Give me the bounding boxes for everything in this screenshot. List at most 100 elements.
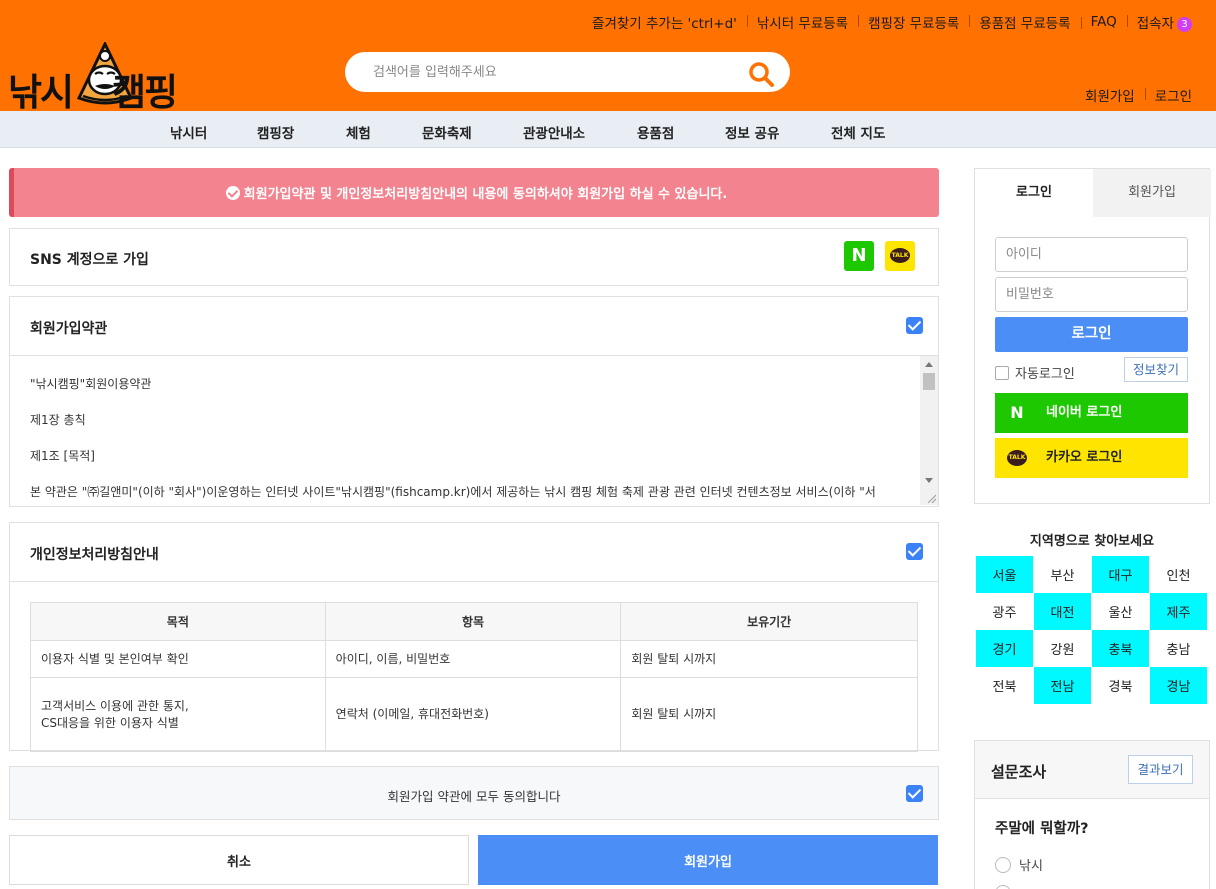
- table-cell: 이용자 식별 및 본인여부 확인: [30, 640, 326, 678]
- region-cell[interactable]: 대구: [1092, 556, 1149, 593]
- survey-option[interactable]: [995, 885, 1019, 889]
- table-cell: 연락처 (이메일, 휴대전화번호): [324, 677, 622, 752]
- agree-all-row[interactable]: 회원가입 약관에 모두 동의합니다: [9, 766, 939, 820]
- naver-icon: N: [851, 245, 867, 266]
- agree-all-label: 회원가입 약관에 모두 동의합니다: [387, 789, 561, 804]
- naver-signup-button[interactable]: N: [844, 241, 874, 271]
- region-cell[interactable]: 경기: [976, 630, 1033, 667]
- survey-title: 설문조사: [991, 763, 1047, 781]
- register-camping-link[interactable]: 캠핑장 무료등록: [858, 12, 969, 32]
- login-link[interactable]: 로그인: [1144, 85, 1202, 105]
- auto-login-checkbox[interactable]: [995, 365, 1009, 380]
- logo-text-right: 캠핑: [112, 71, 178, 114]
- top-links: 즐겨찾기 추가는 'ctrl+d' 낚시터 무료등록 캠핑장 무료등록 용품점 …: [582, 12, 1202, 32]
- terms-title: 회원가입약관: [30, 321, 108, 337]
- auto-login[interactable]: 자동로그인: [995, 363, 1075, 382]
- region-cell[interactable]: 광주: [976, 593, 1033, 630]
- id-field[interactable]: [995, 237, 1188, 272]
- survey-option[interactable]: 낚시: [995, 855, 1043, 874]
- register-fishing-link[interactable]: 낚시터 무료등록: [746, 12, 858, 32]
- survey-radio[interactable]: [995, 856, 1011, 873]
- tab-login[interactable]: 로그인: [975, 169, 1093, 217]
- privacy-agree-checkbox[interactable]: [906, 543, 923, 560]
- main-nav: 낚시터 캠핑장 체험 문화축제 관광안내소 용품점 정보 공유 전체 지도: [0, 111, 1216, 148]
- table-cell: 회원 탈퇴 시까지: [620, 640, 918, 678]
- resize-handle-icon[interactable]: [926, 493, 936, 503]
- find-info-button[interactable]: 정보찾기: [1124, 357, 1188, 382]
- faq-link[interactable]: FAQ: [1080, 14, 1127, 30]
- region-cell[interactable]: 부산: [1034, 556, 1091, 593]
- site-header: 즐겨찾기 추가는 'ctrl+d' 낚시터 무료등록 캠핑장 무료등록 용품점 …: [0, 0, 1216, 114]
- register-shop-link[interactable]: 용품점 무료등록: [969, 12, 1080, 32]
- cancel-button[interactable]: 취소: [9, 835, 469, 885]
- naver-login-label: 네이버 로그인: [1046, 405, 1123, 420]
- region-cell[interactable]: 제주: [1150, 593, 1207, 630]
- kakao-talk-icon: TALK: [1007, 450, 1027, 466]
- visitor-count-badge: 3: [1177, 17, 1192, 32]
- sns-title: SNS 계정으로 가입: [30, 252, 149, 268]
- divider: [10, 581, 938, 582]
- terms-agree-checkbox[interactable]: [906, 317, 923, 334]
- site-logo[interactable]: 낚시 캠핑: [8, 40, 198, 114]
- tab-signup[interactable]: 회원가입: [1093, 169, 1211, 217]
- search-input[interactable]: [373, 61, 733, 83]
- terms-scrollbar[interactable]: [920, 356, 938, 505]
- kakao-login-button[interactable]: TALK 카카오 로그인: [995, 438, 1188, 478]
- nav-fishing[interactable]: 낚시터: [170, 122, 207, 142]
- terms-line: 제1조 [목적]: [30, 449, 95, 463]
- agree-all-checkbox[interactable]: [906, 785, 923, 802]
- logo-text-left: 낚시: [8, 71, 74, 114]
- bookmark-hint: 즐겨찾기 추가는 'ctrl+d': [592, 16, 737, 32]
- kakao-signup-button[interactable]: TALK: [885, 241, 915, 271]
- survey-radio[interactable]: [995, 885, 1011, 889]
- terms-panel: 회원가입약관 "낚시캠핑"회원이용약관 제1장 총칙 제1조 [목적] 본 약관…: [9, 296, 939, 507]
- password-field[interactable]: [995, 277, 1188, 312]
- region-cell[interactable]: 인천: [1150, 556, 1207, 593]
- nav-shop[interactable]: 용품점: [637, 122, 674, 142]
- survey-question: 주말에 뭐할까?: [995, 821, 1089, 837]
- nav-festival[interactable]: 문화축제: [422, 122, 472, 142]
- nav-camping[interactable]: 캠핑장: [257, 122, 294, 142]
- search-icon[interactable]: [748, 61, 774, 87]
- signup-button[interactable]: 회원가입: [478, 835, 938, 885]
- table-cell: 아이디, 이름, 비밀번호: [324, 640, 622, 678]
- terms-line: 제1장 총칙: [30, 413, 86, 427]
- region-cell[interactable]: 강원: [1034, 630, 1091, 667]
- table-header-row: 목적 항목 보유기간: [30, 602, 918, 641]
- region-cell[interactable]: 경남: [1150, 667, 1207, 704]
- region-title: 지역명으로 찾아보세요: [1029, 534, 1155, 549]
- scroll-down-arrow-icon[interactable]: [925, 478, 933, 483]
- naver-login-button[interactable]: N 네이버 로그인: [995, 393, 1188, 433]
- visitors-link[interactable]: 접속자 3: [1126, 12, 1202, 32]
- terms-textarea[interactable]: "낚시캠핑"회원이용약관 제1장 총칙 제1조 [목적] 본 약관은 "㈜길앤미…: [10, 355, 938, 505]
- region-cell[interactable]: 충남: [1150, 630, 1207, 667]
- login-button[interactable]: 로그인: [995, 317, 1188, 352]
- privacy-panel: 개인정보처리방침안내 목적 항목 보유기간 이용자 식별 및 본인여부 확인 아…: [9, 522, 939, 752]
- kakao-talk-icon: TALK: [890, 248, 910, 263]
- region-cell[interactable]: 충북: [1092, 630, 1149, 667]
- table-row: 고객서비스 이용에 관한 통지, CS대응을 위한 이용자 식별 연락처 (이메일…: [30, 677, 918, 752]
- region-cell[interactable]: 전남: [1034, 667, 1091, 704]
- nav-tourist-info[interactable]: 관광안내소: [523, 122, 585, 142]
- notice-text: 회원가입약관 및 개인정보처리방침안내의 내용에 동의하셔야 회원가입 하실 수…: [243, 187, 728, 202]
- search-bar: [345, 52, 790, 92]
- terms-line: 본 약관은 "㈜길앤미"(이하 "회사")이운영하는 인터넷 사이트"낚시캠핑"…: [30, 485, 876, 499]
- privacy-title: 개인정보처리방침안내: [30, 547, 159, 563]
- region-cell[interactable]: 전북: [976, 667, 1033, 704]
- visitors-label: 접속자: [1136, 16, 1174, 32]
- survey-option-label: 낚시: [1019, 859, 1043, 874]
- sns-signup-panel: SNS 계정으로 가입 N TALK: [9, 228, 939, 286]
- scroll-up-arrow-icon[interactable]: [925, 362, 933, 367]
- scroll-thumb[interactable]: [923, 373, 935, 390]
- cell-line: 고객서비스 이용에 관한 통지,: [41, 698, 189, 713]
- nav-info-share[interactable]: 정보 공유: [725, 122, 779, 142]
- region-cell[interactable]: 서울: [976, 556, 1033, 593]
- nav-experience[interactable]: 체험: [346, 122, 371, 142]
- region-cell[interactable]: 울산: [1092, 593, 1149, 630]
- signup-link[interactable]: 회원가입: [1075, 85, 1145, 105]
- nav-full-map[interactable]: 전체 지도: [831, 122, 885, 142]
- region-cell[interactable]: 대전: [1034, 593, 1091, 630]
- region-cell[interactable]: 경북: [1092, 667, 1149, 704]
- survey-result-button[interactable]: 결과보기: [1128, 755, 1193, 784]
- auto-login-label: 자동로그인: [1015, 367, 1075, 382]
